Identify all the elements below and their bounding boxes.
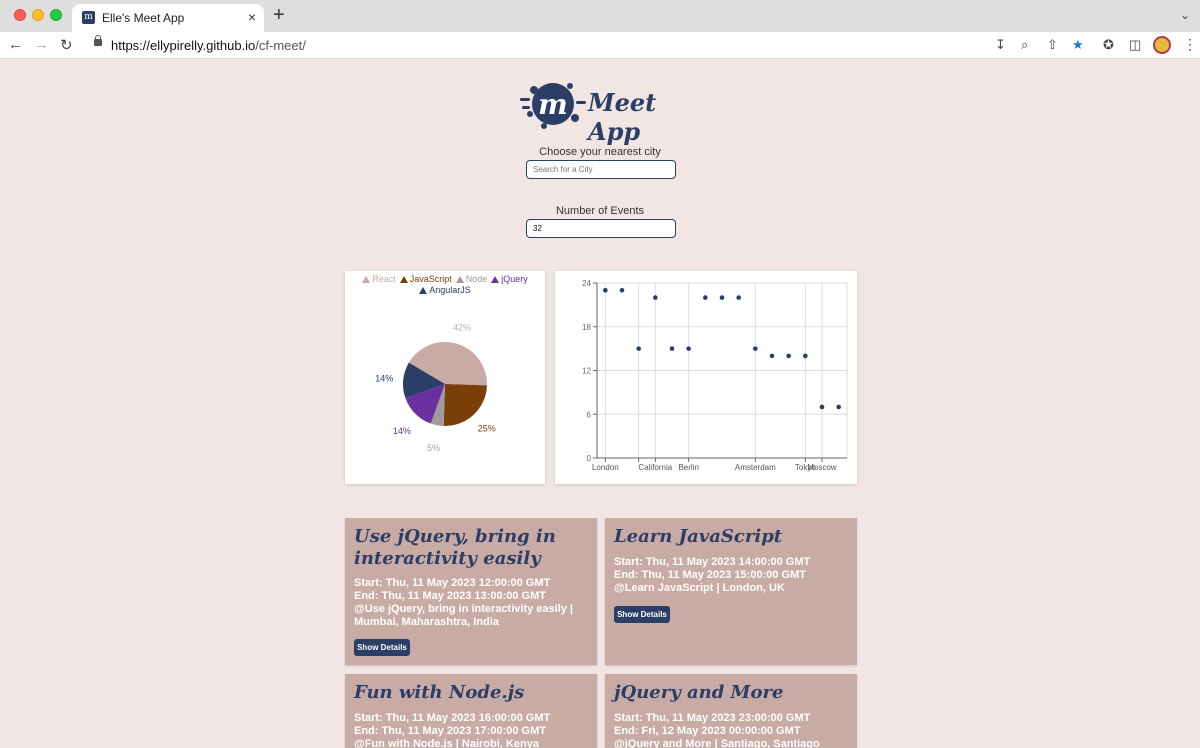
event-title: Use jQuery, bring in interactivity easil…	[354, 526, 556, 569]
scatter-point	[836, 404, 841, 410]
y-tick-label: 18	[582, 323, 591, 332]
minimize-window-button[interactable]	[32, 9, 44, 21]
event-title: Fun with Node.js	[354, 682, 525, 703]
scatter-point	[736, 295, 741, 300]
scatter-point	[636, 346, 641, 351]
close-tab-icon[interactable]: ×	[248, 9, 256, 25]
event-card: Use jQuery, bring in interactivity easil…	[345, 518, 597, 665]
pie-slice-label: 42%	[453, 322, 471, 332]
lock-icon[interactable]	[94, 35, 102, 46]
url-host: https://ellypirelly.github.io	[111, 38, 256, 53]
pie-slice-label: 14%	[393, 426, 411, 436]
y-tick-label: 0	[587, 454, 592, 463]
pie-slice	[443, 384, 487, 426]
events-number-input[interactable]: 32	[526, 219, 676, 238]
pie-slice-label: 14%	[375, 373, 393, 383]
browser-tab[interactable]: m Elle's Meet App ×	[72, 4, 264, 32]
install-icon[interactable]: ↧	[995, 37, 1006, 53]
event-start: Start: Thu, 11 May 2023 16:00:00 GMT	[354, 712, 551, 724]
y-tick-label: 12	[582, 367, 591, 376]
scatter-point	[603, 287, 608, 293]
event-start: Start: Thu, 11 May 2023 12:00:00 GMT	[354, 577, 551, 589]
forward-arrow-icon[interactable]: →	[34, 36, 49, 53]
scatter-point	[769, 353, 775, 359]
event-card: Fun with Node.js Start: Thu, 11 May 2023…	[345, 674, 597, 748]
reload-icon[interactable]: ↻	[60, 36, 73, 54]
event-card: Learn JavaScript Start: Thu, 11 May 2023…	[605, 518, 857, 665]
favicon-icon: m	[82, 11, 95, 24]
event-title: Learn JavaScript	[614, 526, 783, 547]
scatter-point	[753, 346, 758, 351]
scatter-point	[786, 353, 791, 359]
tab-search-icon[interactable]: ⌄	[1180, 8, 1190, 22]
logo-text: Meet App	[588, 88, 657, 146]
url-path: /cf-meet/	[255, 38, 306, 53]
pie-chart-svg: 42% 25% 5% 14% 14%	[375, 322, 496, 453]
genre-pie-chart: React JavaScript Node jQuery AngularJS 42% 25…	[345, 271, 545, 484]
pie-slice-label: 5%	[427, 443, 440, 453]
close-window-button[interactable]	[14, 9, 26, 21]
address-bar[interactable]: https://ellypirelly.github.io/cf-meet/	[86, 34, 1026, 57]
browser-toolbar: ← → ↻ https://ellypirelly.github.io/cf-m…	[0, 32, 1200, 59]
maximize-window-button[interactable]	[50, 9, 62, 21]
sidebar-icon[interactable]: ◫	[1129, 37, 1141, 53]
scatter-point	[819, 404, 825, 410]
y-tick-label: 6	[587, 410, 592, 419]
scatter-point	[719, 295, 725, 300]
city-label: Choose your nearest city	[539, 146, 661, 158]
events-scatter-chart: 0 6 12 18 24 London California Berlin Amsterdam T…	[555, 271, 857, 484]
new-tab-button[interactable]: +	[273, 4, 285, 27]
share-icon[interactable]: ⇧	[1047, 37, 1058, 53]
back-arrow-icon[interactable]: ←	[8, 36, 23, 53]
app-logo: m Meet App	[520, 76, 690, 146]
star-icon[interactable]: ★	[1072, 37, 1084, 53]
events-number-label: Number of Events	[555, 205, 645, 217]
logo-splash-icon: m	[520, 83, 586, 129]
y-tick-label: 24	[582, 279, 591, 288]
scatter-chart-svg: 06121824London California Berlin Amsterdam T…	[582, 279, 848, 472]
scatter-point	[703, 295, 708, 300]
x-tick-label: Berlin	[678, 463, 698, 472]
event-location: @Fun with Node.js | Nairobi, Kenya	[354, 738, 539, 748]
show-details-button[interactable]: Show Details	[354, 639, 410, 656]
event-end: End: Fri, 12 May 2023 00:00:00 GMT	[614, 725, 801, 737]
zoom-icon[interactable]: ⌕	[1021, 37, 1028, 53]
x-tick-label: London	[592, 463, 619, 472]
city-search-input[interactable]: Search for a City	[526, 160, 676, 179]
event-start: Start: Thu, 11 May 2023 23:00:00 GMT	[614, 712, 811, 724]
scatter-point	[669, 346, 675, 351]
event-card: jQuery and More Start: Thu, 11 May 2023 …	[605, 674, 857, 748]
url-text[interactable]: https://ellypirelly.github.io/cf-meet/	[111, 38, 306, 53]
browser-titlebar: m Elle's Meet App × + ⌄	[0, 0, 1200, 32]
event-location: @jQuery and More | Santiago, Santiago	[614, 738, 820, 748]
x-tick-label: Moscow	[807, 463, 837, 472]
profile-avatar[interactable]	[1153, 36, 1171, 54]
show-details-button[interactable]: Show Details	[614, 606, 670, 623]
scatter-point	[803, 353, 808, 359]
event-location: @Use jQuery, bring in interactivity easi…	[354, 603, 574, 628]
x-tick-label: California	[638, 463, 672, 472]
event-location: @Learn JavaScript | London, UK	[614, 582, 785, 594]
pie-slice-label: 25%	[478, 423, 496, 433]
event-title: jQuery and More	[614, 682, 784, 703]
event-end: End: Thu, 11 May 2023 17:00:00 GMT	[354, 725, 546, 737]
x-tick-label: Amsterdam	[735, 463, 776, 472]
scatter-point	[686, 346, 691, 351]
event-end: End: Thu, 11 May 2023 15:00:00 GMT	[614, 569, 806, 581]
menu-icon[interactable]: ⋮	[1183, 36, 1197, 53]
svg-text:m: m	[538, 88, 568, 121]
scatter-point	[619, 287, 625, 293]
event-start: Start: Thu, 11 May 2023 14:00:00 GMT	[614, 556, 811, 568]
scatter-point	[653, 295, 658, 300]
tab-title: Elle's Meet App	[102, 11, 185, 25]
extensions-icon[interactable]: ✪	[1103, 37, 1114, 53]
event-end: End: Thu, 11 May 2023 13:00:00 GMT	[354, 590, 546, 602]
